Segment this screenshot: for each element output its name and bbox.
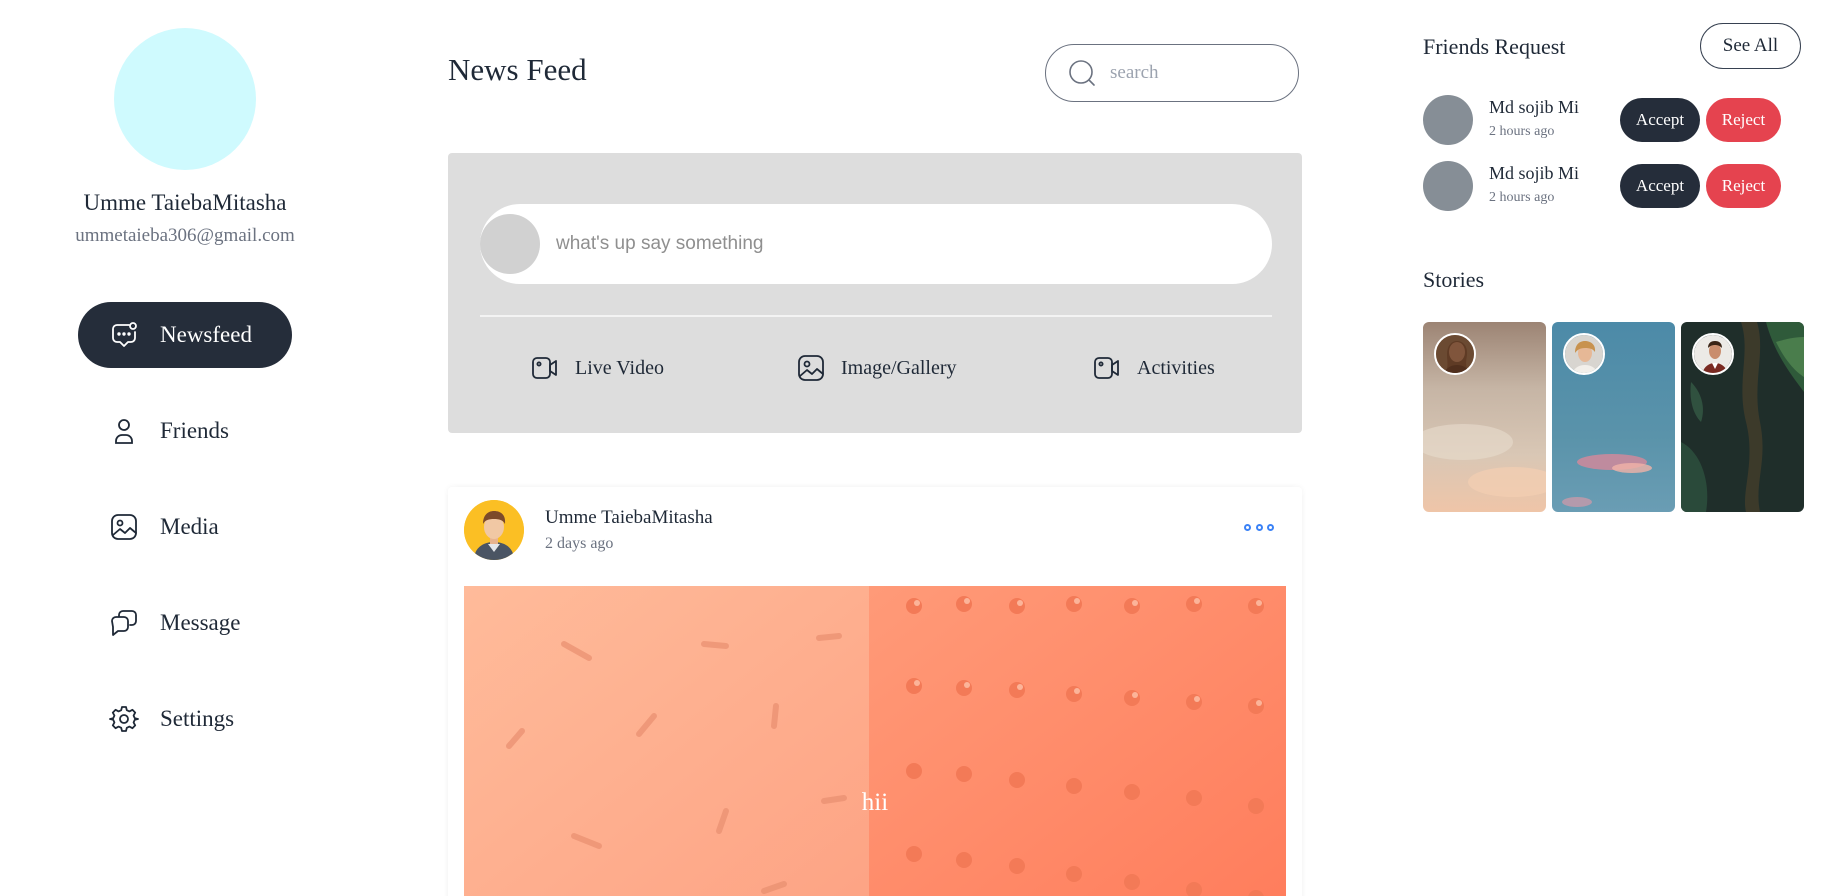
avatar — [480, 214, 540, 274]
post-author[interactable]: Umme TaiebaMitasha — [545, 507, 713, 529]
friend-requests-title: Friends Request — [1423, 34, 1566, 59]
image-gallery-label: Image/Gallery — [841, 356, 957, 379]
sidebar-item-settings[interactable]: Settings — [78, 686, 292, 752]
composer-placeholder: what's up say something — [556, 233, 764, 254]
story-card[interactable] — [1552, 322, 1675, 512]
gear-icon — [108, 703, 140, 735]
story-card[interactable] — [1423, 322, 1546, 512]
search-icon — [1068, 59, 1096, 87]
story-avatar — [1692, 333, 1734, 375]
activities-button[interactable]: Activities — [1092, 353, 1215, 383]
friend-request-name[interactable]: Md sojib Mi — [1489, 97, 1579, 118]
avatar[interactable] — [1423, 161, 1473, 211]
page-title: News Feed — [448, 52, 587, 87]
sidebar-item-label: Settings — [160, 706, 235, 731]
divider — [480, 315, 1272, 317]
sidebar-item-label: Newsfeed — [160, 322, 252, 347]
sidebar-item-newsfeed[interactable]: Newsfeed — [78, 302, 292, 368]
user-icon — [108, 415, 140, 447]
avatar[interactable] — [1423, 95, 1473, 145]
profile-avatar[interactable] — [114, 28, 256, 170]
sidebar-item-label: Message — [160, 610, 241, 635]
profile-name: Umme TaiebaMitasha — [83, 190, 287, 215]
accept-button[interactable]: Accept — [1620, 98, 1700, 142]
sidebar-item-message[interactable]: Message — [78, 590, 292, 656]
accept-button[interactable]: Accept — [1620, 164, 1700, 208]
live-video-label: Live Video — [575, 356, 664, 379]
story-avatar — [1563, 333, 1605, 375]
image-icon — [796, 353, 826, 383]
video-camera-icon — [530, 353, 560, 383]
friend-request-time: 2 hours ago — [1489, 190, 1555, 205]
reject-button[interactable]: Reject — [1706, 98, 1781, 142]
post-image[interactable]: hii — [464, 586, 1286, 896]
image-icon — [108, 511, 140, 543]
more-options-icon[interactable] — [1244, 517, 1274, 537]
post-card: Umme TaiebaMitasha 2 days ago hii — [448, 487, 1302, 896]
see-all-button[interactable]: See All — [1700, 23, 1801, 69]
sidebar-item-label: Media — [160, 514, 219, 539]
story-avatar — [1434, 333, 1476, 375]
search-input[interactable]: search — [1045, 44, 1299, 102]
messages-icon — [108, 607, 140, 639]
friend-request-item: Md sojib Mi 2 hours ago Accept Reject — [1423, 161, 1823, 213]
activities-label: Activities — [1137, 356, 1215, 379]
chat-bubble-icon — [108, 319, 140, 351]
sidebar-item-label: Friends — [160, 418, 229, 443]
profile-email: ummetaieba306@gmail.com — [75, 225, 295, 246]
composer-input[interactable]: what's up say something — [480, 204, 1272, 284]
post-caption: hii — [861, 789, 889, 816]
post-composer: what's up say something Live Video Image… — [448, 153, 1302, 433]
sidebar-item-media[interactable]: Media — [78, 494, 292, 560]
search-placeholder: search — [1110, 62, 1159, 83]
video-camera-icon — [1092, 353, 1122, 383]
reject-button[interactable]: Reject — [1706, 164, 1781, 208]
post-author-avatar[interactable] — [464, 500, 524, 560]
friend-request-item: Md sojib Mi 2 hours ago Accept Reject — [1423, 95, 1823, 147]
story-card[interactable] — [1681, 322, 1804, 512]
friend-request-time: 2 hours ago — [1489, 124, 1555, 139]
live-video-button[interactable]: Live Video — [530, 353, 664, 383]
sidebar: Umme TaiebaMitasha ummetaieba306@gmail.c… — [0, 0, 370, 896]
sidebar-item-friends[interactable]: Friends — [78, 398, 292, 464]
stories-title: Stories — [1423, 267, 1485, 292]
friend-request-name[interactable]: Md sojib Mi — [1489, 163, 1579, 184]
post-timestamp: 2 days ago — [545, 535, 614, 552]
image-gallery-button[interactable]: Image/Gallery — [796, 353, 957, 383]
